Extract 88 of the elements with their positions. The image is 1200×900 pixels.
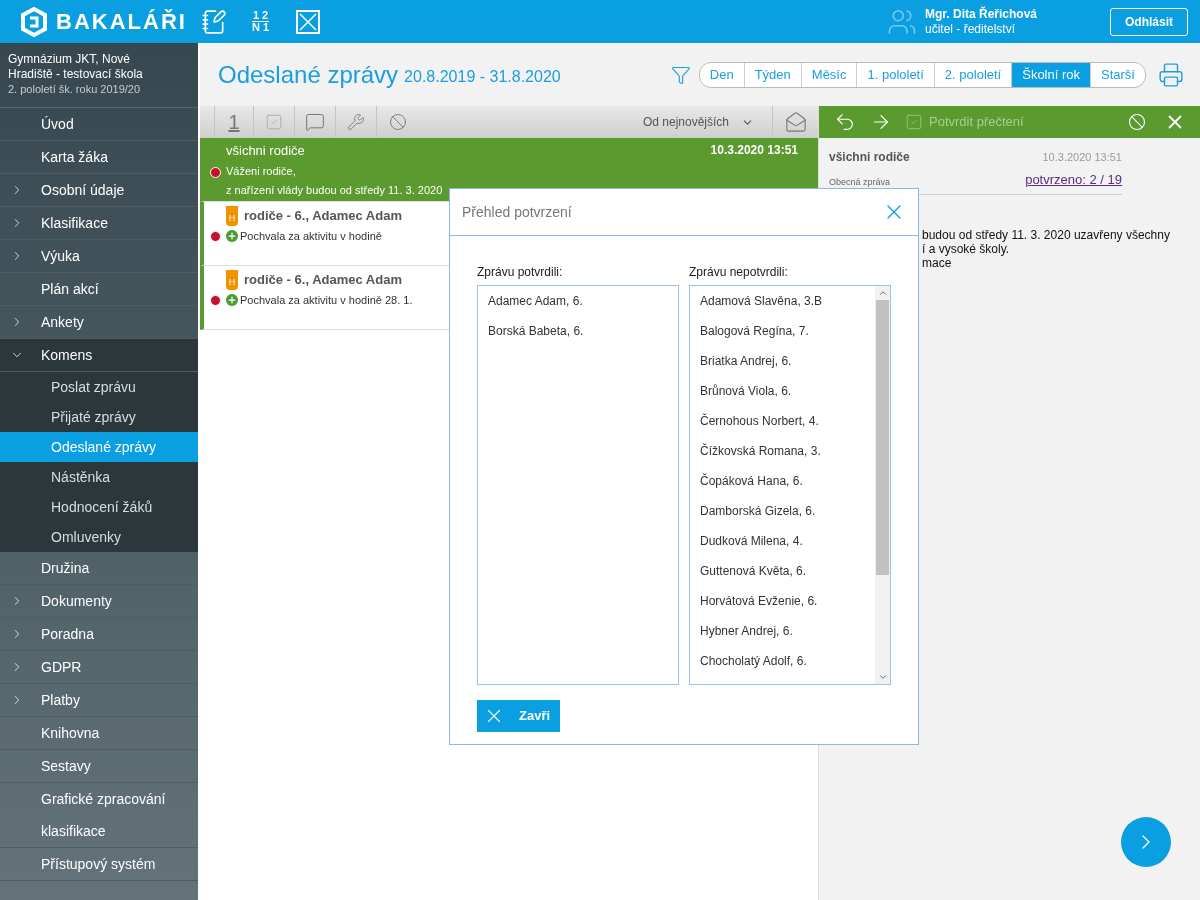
- sort-dropdown[interactable]: Od nejnovějších: [642, 113, 754, 131]
- sidebar-subitem[interactable]: Odeslané zprávy: [0, 432, 198, 462]
- list-item: Balogová Regína, 7.: [699, 323, 810, 340]
- dialog-title: Přehled potvrzení: [462, 202, 572, 222]
- tag-badge: H: [226, 206, 238, 226]
- detail-date: 10.3.2020 13:51: [1042, 149, 1122, 165]
- sidebar-item[interactable]: Osobní údaje: [0, 174, 198, 207]
- checkmark-icon: [265, 113, 283, 131]
- period-tab[interactable]: Měsíc: [800, 62, 857, 87]
- list-item: Černohous Norbert, 4.: [699, 413, 820, 430]
- message-date: 10.3.2020 13:51: [710, 142, 798, 159]
- list-item: Hybner Andrej, 6.: [699, 623, 794, 640]
- block-icon[interactable]: [1128, 113, 1146, 131]
- plus-icon: [226, 230, 238, 243]
- sidebar-item[interactable]: Družina: [0, 552, 198, 585]
- message-recipient: všichni rodiče: [226, 142, 305, 160]
- list-item: Horvátová Evženie, 6.: [699, 593, 819, 610]
- list-item: Borská Babeta, 6.: [487, 323, 585, 340]
- message-recipient: rodiče - 6., Adamec Adam: [244, 207, 402, 226]
- column-heading: Zprávu potvrdili:: [477, 264, 564, 281]
- logout-button[interactable]: Odhlásit: [1110, 7, 1188, 36]
- message-preview: Váženi rodiče,: [226, 163, 297, 179]
- wrench-icon: [347, 113, 365, 131]
- school-term: 2. pololetí šk. roku 2019/20: [8, 82, 142, 96]
- message-body-line: budou od středy 11. 3. 2020 uzavřeny všechny: [922, 227, 1171, 242]
- message-body-line: mace: [922, 255, 952, 270]
- logo-text: BAKALÁŘI: [56, 8, 187, 36]
- close-dialog-button[interactable]: Zavři: [477, 700, 560, 732]
- closed-box-icon[interactable]: [296, 9, 321, 34]
- period-tab[interactable]: Starší: [1090, 62, 1145, 87]
- sidebar-subitem[interactable]: Hodnocení žáků: [0, 492, 198, 522]
- period-tab[interactable]: 1. pololetí: [856, 62, 934, 87]
- envelope-icon: [784, 111, 807, 133]
- sidebar-item[interactable]: Grafické zpracování klasifikace: [0, 783, 198, 848]
- sidebar-item[interactable]: Sestavy: [0, 750, 198, 783]
- date-range: 20.8.2019 - 31.8.2020: [404, 66, 561, 87]
- note-text: Pochvala za aktivitu v hodině: [240, 229, 382, 244]
- period-tab[interactable]: Den: [699, 62, 744, 87]
- logo-icon: [20, 6, 48, 37]
- list-item: Dudková Milena, 4.: [699, 533, 804, 550]
- message-recipient: rodiče - 6., Adamec Adam: [244, 271, 402, 290]
- message-body-line: í a vysoké školy.: [922, 241, 1011, 256]
- grades-button[interactable]: 1 2 N 1: [251, 10, 271, 33]
- message-type: Obecná zpráva: [829, 176, 891, 189]
- scrollbar[interactable]: [875, 286, 890, 684]
- plus-icon: [226, 294, 238, 307]
- sidebar-item[interactable]: Platby: [0, 684, 198, 717]
- checkbox-icon: [905, 113, 923, 131]
- list-item: Čopáková Hana, 6.: [699, 473, 804, 490]
- list-item: Damborská Gizela, 6.: [699, 503, 817, 520]
- period-tab[interactable]: Týden: [743, 62, 801, 87]
- list-item: Adamová Slavěna, 3.B: [699, 293, 824, 310]
- sidebar-subitem[interactable]: Omluvenky: [0, 522, 198, 552]
- school-name: Gymnázium JKT, Nové Hradiště - testovací škola: [8, 52, 144, 82]
- notebook-pen-icon[interactable]: [201, 8, 227, 35]
- block-icon: [388, 113, 407, 131]
- sidebar-item[interactable]: Karta žáka: [0, 141, 198, 174]
- sidebar-item[interactable]: Dokumenty: [0, 585, 198, 618]
- print-icon[interactable]: [1158, 61, 1184, 88]
- sidebar-item[interactable]: Komens: [0, 339, 198, 372]
- sidebar-item[interactable]: Klasifikace: [0, 207, 198, 240]
- list-item: Chocholatý Adolf, 6.: [699, 653, 808, 670]
- page-title: Odeslané zprávy: [218, 59, 399, 90]
- sidebar-item[interactable]: Výuka: [0, 240, 198, 273]
- confirmations-link[interactable]: potvrzeno: 2 / 19: [1025, 170, 1122, 190]
- user-role: učitel - ředitelství: [925, 21, 1017, 37]
- sidebar-item[interactable]: Úvod: [0, 108, 198, 141]
- user-name: Mgr. Dita Řeřichová: [925, 6, 1039, 22]
- sidebar-subitem[interactable]: Přijaté zprávy: [0, 402, 198, 432]
- period-tab[interactable]: Školní rok: [1011, 62, 1091, 87]
- detail-recipient: všichni rodiče: [829, 149, 910, 166]
- message-preview: z nařízení vlády budou od středy 11. 3. 2020: [226, 182, 444, 198]
- list-item: Adamec Adam, 6.: [487, 293, 584, 310]
- sidebar-item[interactable]: Přístupový systém: [0, 848, 198, 881]
- note-text: Pochvala za aktivitu v hodině 28. 1.: [240, 293, 413, 308]
- list-item: Briatka Andrej, 6.: [699, 353, 793, 370]
- sidebar-item[interactable]: GDPR: [0, 651, 198, 684]
- tag-badge: H: [226, 270, 238, 290]
- list-item: Čížkovská Romana, 3.: [699, 443, 822, 460]
- column-heading: Zprávu nepotvrdili:: [689, 264, 789, 281]
- sidebar-item[interactable]: Poradna: [0, 618, 198, 651]
- sidebar-subitem[interactable]: Nástěnka: [0, 462, 198, 492]
- sidebar-item[interactable]: Plán akcí: [0, 273, 198, 306]
- sidebar-item[interactable]: Knihovna: [0, 717, 198, 750]
- list-item: Brůnová Viola, 6.: [699, 383, 793, 400]
- speech-bubble-icon: [305, 112, 325, 132]
- list-item: Guttenová Květa, 6.: [699, 563, 808, 580]
- sidebar-subitem[interactable]: Poslat zprávu: [0, 372, 198, 402]
